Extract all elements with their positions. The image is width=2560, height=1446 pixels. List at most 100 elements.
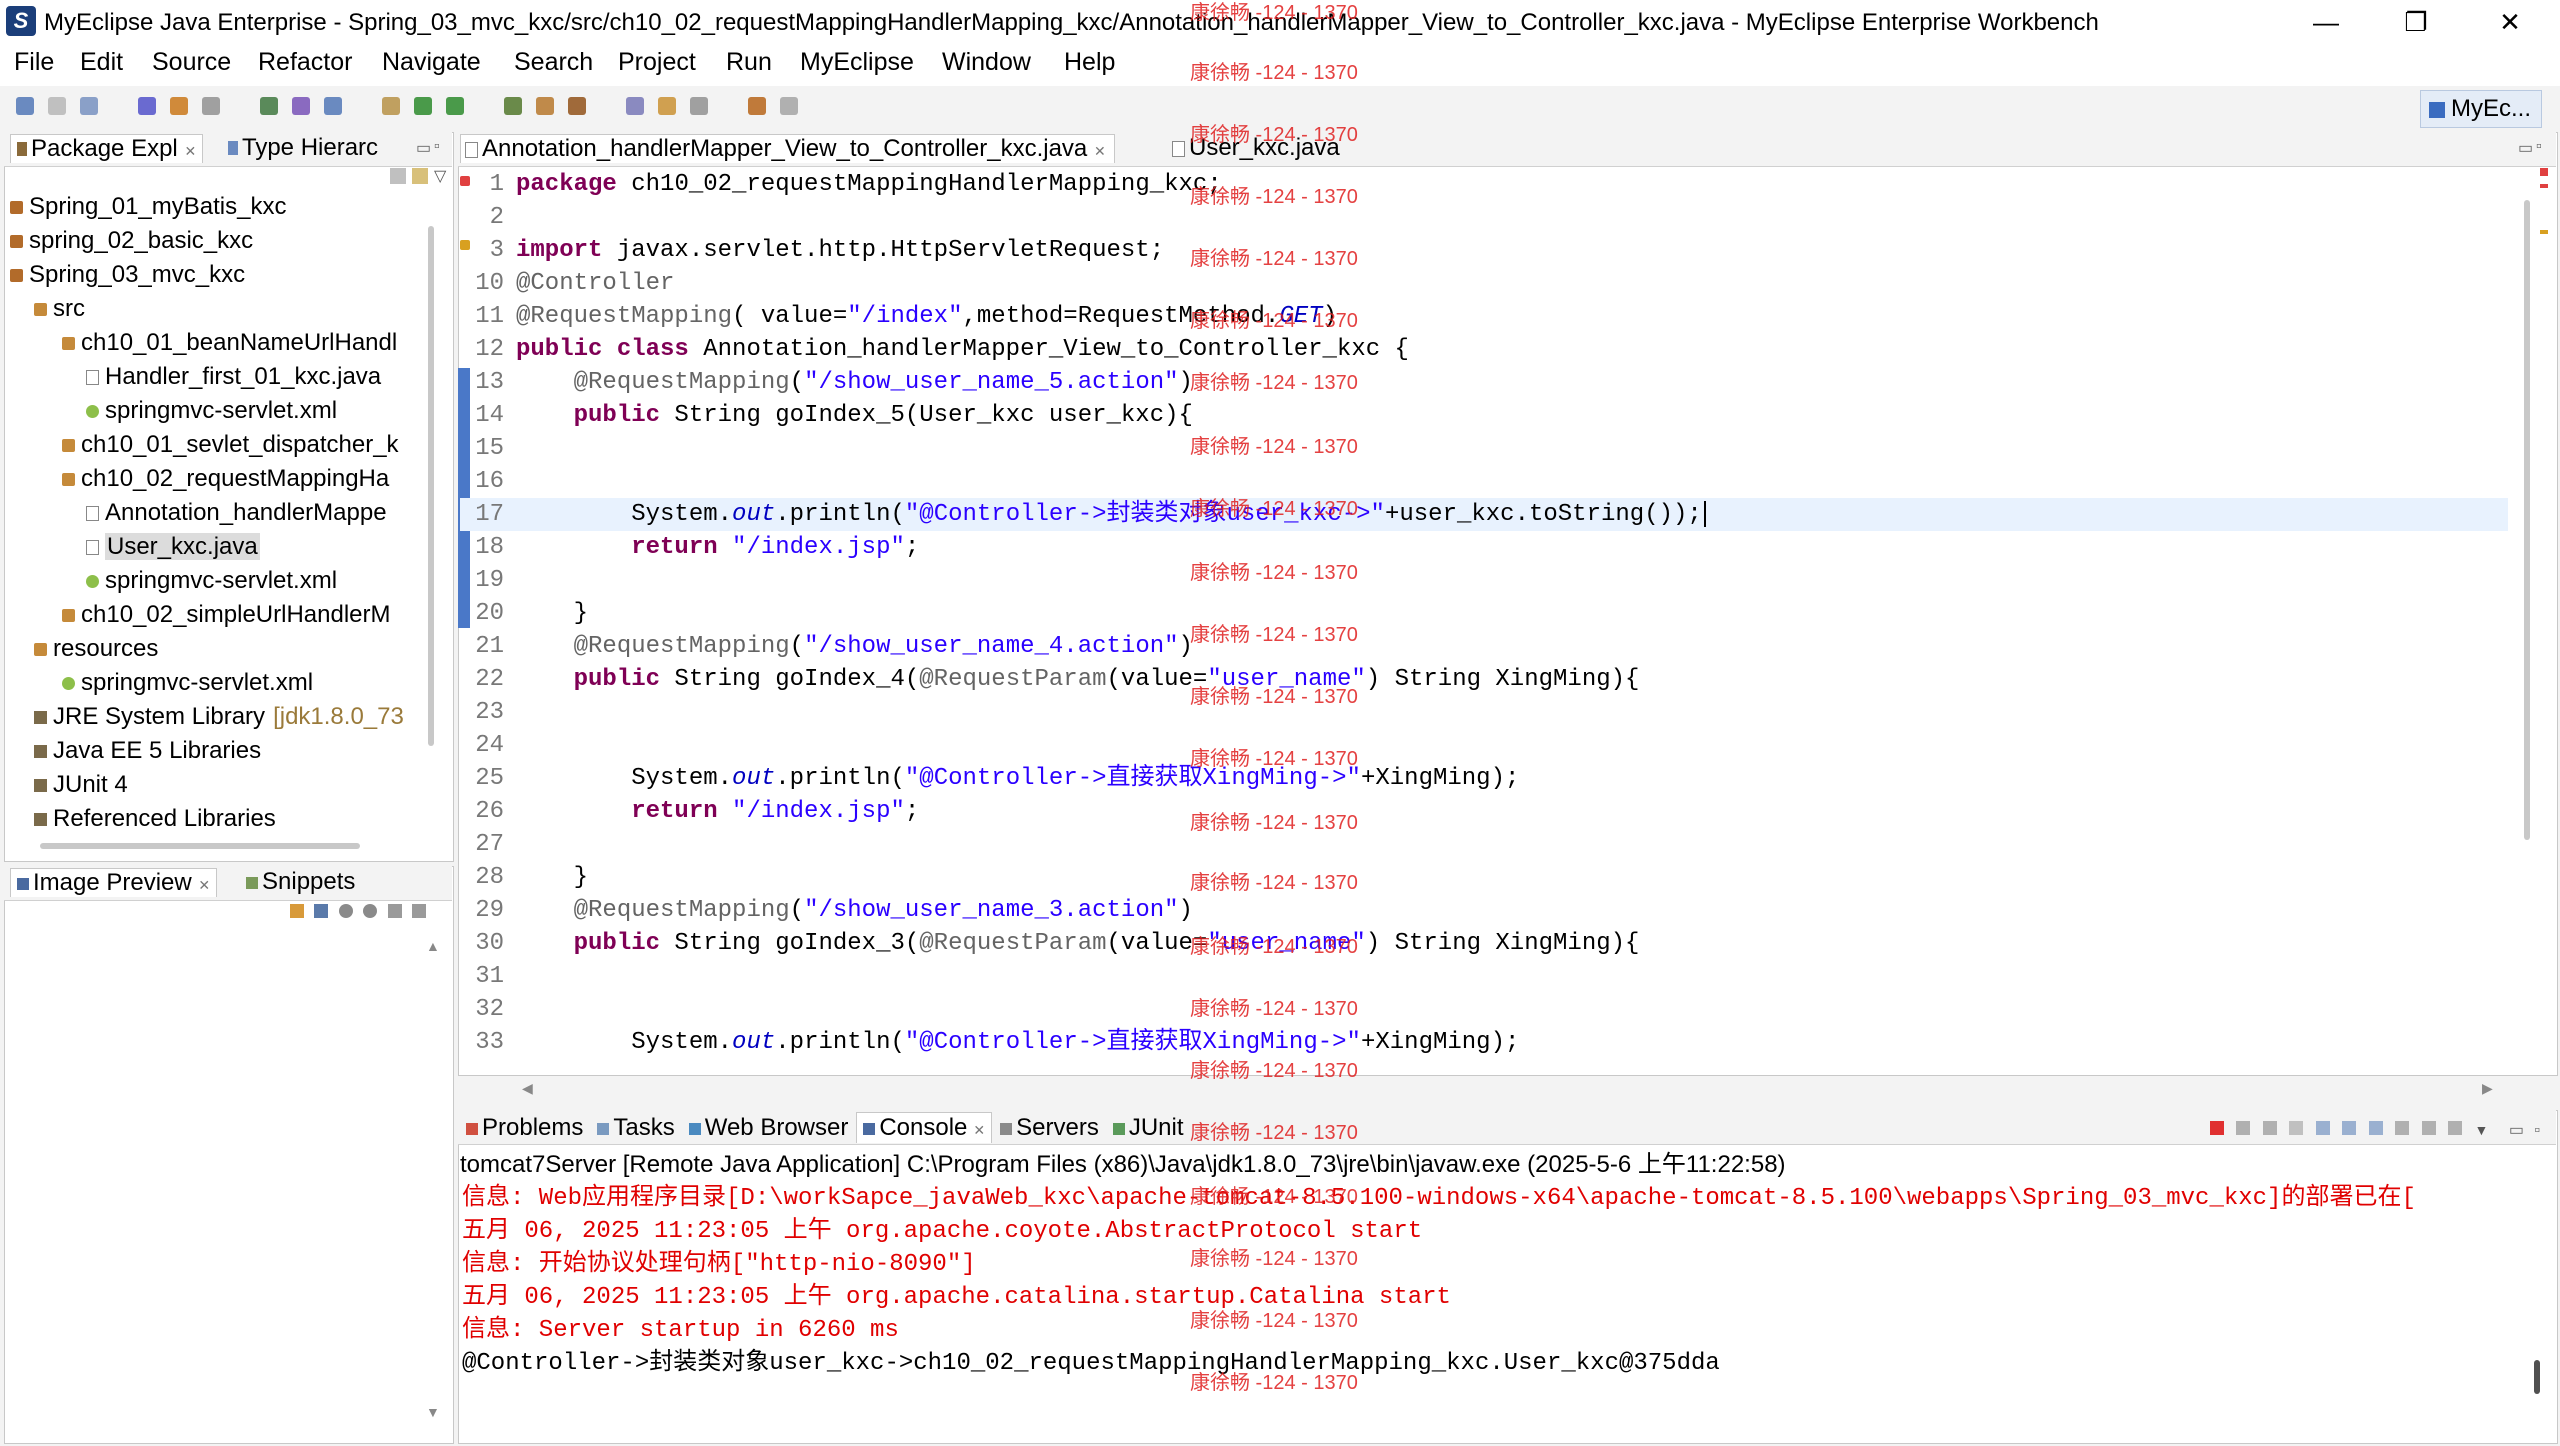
image-icon[interactable]	[314, 904, 329, 918]
code-line[interactable]: 28 }	[460, 861, 2508, 894]
code-line[interactable]: 27	[460, 828, 2508, 861]
code-line[interactable]: 16	[460, 465, 2508, 498]
tree-item[interactable]: JRE System Library [jdk1.8.0_73	[10, 700, 420, 734]
tree-item[interactable]: spring_02_basic_kxc	[10, 224, 420, 258]
link-with-editor-icon[interactable]	[412, 168, 428, 184]
tree-item[interactable]: springmvc-servlet.xml	[10, 564, 420, 598]
close-icon[interactable]: ✕	[184, 143, 196, 159]
tree-item[interactable]: resources	[10, 632, 420, 666]
code-line[interactable]: 1 package ch10_02_requestMappingHandlerMa…	[460, 168, 2508, 201]
tab-problems[interactable]: Problems	[460, 1113, 589, 1143]
toolbar-button-icon[interactable]	[260, 97, 278, 115]
scroll-right-icon[interactable]: ▶	[2482, 1080, 2493, 1097]
menu-run[interactable]: Run	[726, 48, 772, 77]
code-line[interactable]: 10 @Controller	[460, 267, 2508, 300]
code-line[interactable]: 14 public String goIndex_5(User_kxc user…	[460, 399, 2508, 432]
code-line[interactable]: 31	[460, 960, 2508, 993]
code-line[interactable]: 23	[460, 696, 2508, 729]
myeclipse-perspective-button[interactable]: MyEc...	[2420, 90, 2542, 128]
menu-window[interactable]: Window	[942, 48, 1031, 77]
tab-servers[interactable]: Servers	[994, 1113, 1105, 1143]
toolbar-button-icon[interactable]	[780, 97, 798, 115]
code-line[interactable]: 11 @RequestMapping( value="/index",method…	[460, 300, 2508, 333]
toolbar-button-icon[interactable]	[324, 97, 342, 115]
menu-navigate[interactable]: Navigate	[382, 48, 481, 77]
toolbar-button-icon[interactable]	[202, 97, 220, 115]
code-line[interactable]: 30 public String goIndex_3(@RequestParam…	[460, 927, 2508, 960]
code-line[interactable]: 12 public class Annotation_handlerMapper_…	[460, 333, 2508, 366]
new-console-icon[interactable]	[2448, 1121, 2463, 1135]
display-console-icon[interactable]	[2421, 1121, 2436, 1135]
tab-console[interactable]: Console ✕	[856, 1112, 993, 1143]
tree-item[interactable]: ch10_01_beanNameUrlHandl	[10, 326, 420, 360]
menu-help[interactable]: Help	[1064, 48, 1115, 77]
code-line[interactable]: 3 import javax.servlet.http.HttpServletRe…	[460, 234, 2508, 267]
toolbar-button-icon[interactable]	[568, 97, 586, 115]
tree-item[interactable]: Annotation_handlerMappe	[10, 496, 420, 530]
tab-snippets[interactable]: Snippets	[240, 868, 361, 896]
code-line[interactable]: 22 public String goIndex_4(@RequestParam…	[460, 663, 2508, 696]
tab-annotation-handler-file[interactable]: Annotation_handlerMapper_View_to_Control…	[460, 134, 1115, 163]
show-on-output-icon[interactable]	[2342, 1121, 2357, 1135]
view-menu-icon[interactable]: ▽	[434, 166, 446, 186]
toolbar-button-icon[interactable]	[382, 97, 400, 115]
console-output[interactable]: 信息: Web应用程序目录[D:\workSapce_javaWeb_kxc\a…	[458, 1182, 2508, 1422]
toolbar-button-icon[interactable]	[504, 97, 522, 115]
code-line[interactable]: 24	[460, 729, 2508, 762]
maximize-button[interactable]: ❐	[2376, 0, 2456, 46]
code-line[interactable]: 17 System.out.println("@Controller->封装类对…	[460, 498, 2508, 531]
code-line[interactable]: 19	[460, 564, 2508, 597]
scroll-left-icon[interactable]: ◀	[522, 1080, 533, 1097]
tab-package-explorer[interactable]: Package Expl ✕	[10, 134, 204, 163]
close-icon[interactable]: ✕	[1094, 143, 1106, 159]
code-line[interactable]: 33 System.out.println("@Controller->直接获取…	[460, 1026, 2508, 1059]
collapse-all-icon[interactable]	[390, 168, 406, 184]
editor-vertical-scrollbar[interactable]	[2524, 200, 2530, 840]
tab-type-hierarchy[interactable]: Type Hierarc	[222, 134, 384, 162]
code-line[interactable]: 26 return "/index.jsp";	[460, 795, 2508, 828]
tree-item[interactable]: JUnit 4	[10, 768, 420, 802]
menu-refactor[interactable]: Refactor	[258, 48, 352, 77]
minimize-button[interactable]: —	[2286, 0, 2366, 46]
view-menu-icon[interactable]: ▼	[2475, 1122, 2489, 1138]
tab-image-preview[interactable]: Image Preview ✕	[10, 868, 218, 897]
toolbar-button-icon[interactable]	[536, 97, 554, 115]
show-on-error-icon[interactable]	[2368, 1121, 2383, 1135]
maximize-view-icon[interactable]: ▫	[434, 138, 440, 156]
zoom-out-icon[interactable]	[338, 904, 353, 918]
tree-item[interactable]: src	[10, 292, 420, 326]
minimize-view-icon[interactable]: ▭	[2509, 1122, 2524, 1139]
code-line[interactable]: 29 @RequestMapping("/show_user_name_3.ac…	[460, 894, 2508, 927]
toolbar-button-icon[interactable]	[292, 97, 310, 115]
fit-icon[interactable]	[387, 904, 402, 918]
tree-item[interactable]: Java EE 5 Libraries	[10, 734, 420, 768]
menu-myeclipse[interactable]: MyEclipse	[800, 48, 914, 77]
close-button[interactable]: ✕	[2470, 0, 2550, 46]
overview-warning-marker[interactable]	[2540, 230, 2548, 234]
code-area[interactable]: 1 package ch10_02_requestMappingHandlerMa…	[460, 168, 2508, 1072]
tree-item[interactable]: springmvc-servlet.xml	[10, 666, 420, 700]
overview-error-marker[interactable]	[2540, 184, 2548, 188]
toolbar-button-icon[interactable]	[80, 97, 98, 115]
menu-search[interactable]: Search	[514, 48, 593, 77]
menu-edit[interactable]: Edit	[80, 48, 123, 77]
code-line[interactable]: 15	[460, 432, 2508, 465]
code-line[interactable]: 25 System.out.println("@Controller->直接获取…	[460, 762, 2508, 795]
minimize-editor-icon[interactable]: ▭	[2518, 138, 2533, 158]
toolbar-button-icon[interactable]	[170, 97, 188, 115]
tree-item[interactable]: ch10_02_simpleUrlHandlerM	[10, 598, 420, 632]
tab-junit[interactable]: JUnit	[1107, 1113, 1190, 1143]
tab-web-browser[interactable]: Web Browser	[683, 1113, 855, 1143]
tree-vertical-scrollbar[interactable]	[428, 226, 434, 746]
zoom-in-icon[interactable]	[363, 904, 378, 918]
tree-item[interactable]: springmvc-servlet.xml	[10, 394, 420, 428]
toolbar-button-icon[interactable]	[690, 97, 708, 115]
pin-console-icon[interactable]	[2395, 1121, 2410, 1135]
scroll-lock-icon[interactable]	[2315, 1121, 2330, 1135]
toolbar-button-icon[interactable]	[446, 97, 464, 115]
toolbar-button-icon[interactable]	[16, 97, 34, 115]
close-icon[interactable]: ✕	[198, 877, 210, 893]
code-line[interactable]: 13 @RequestMapping("/show_user_name_5.ac…	[460, 366, 2508, 399]
menu-project[interactable]: Project	[618, 48, 696, 77]
tree-item[interactable]: Referenced Libraries	[10, 802, 420, 830]
